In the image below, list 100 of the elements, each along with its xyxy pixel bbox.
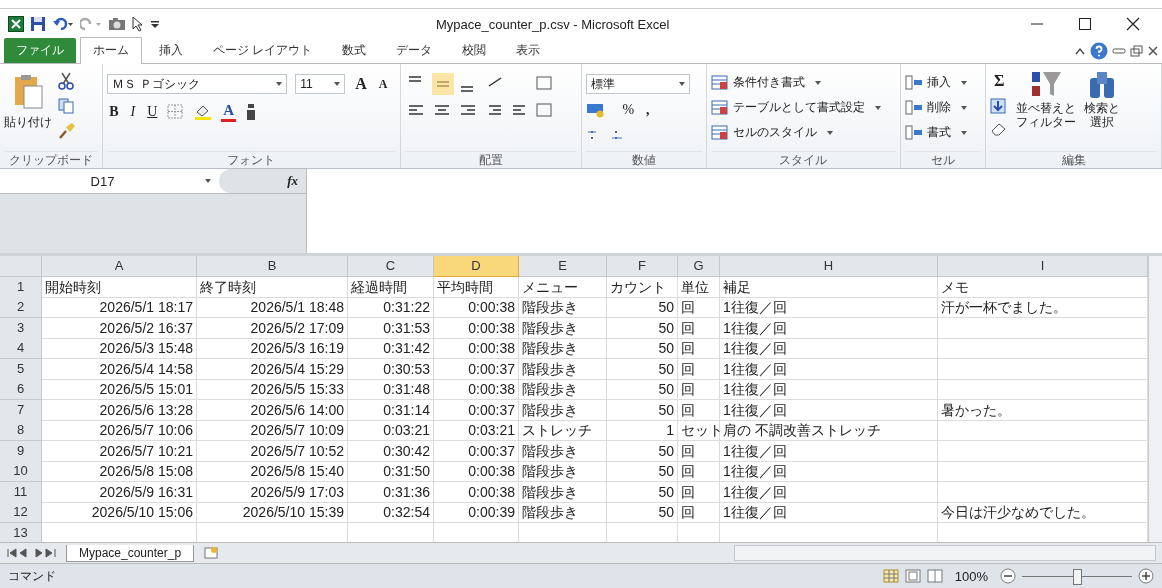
font-color-button[interactable]: A [221, 102, 237, 122]
vertical-scrollbar[interactable] [1148, 256, 1162, 542]
column-header[interactable]: B [197, 256, 348, 277]
row-header[interactable]: 4 [0, 338, 42, 359]
table-cell: 2026/5/7 10:52 [197, 440, 348, 462]
paste-button[interactable]: 貼り付け [4, 68, 52, 151]
brush-icon[interactable] [58, 122, 76, 140]
table-cell: 2026/5/2 17:09 [197, 317, 348, 339]
cells-icon [904, 74, 923, 91]
styles-menu-button[interactable]: テーブルとして書式設定 [711, 99, 896, 116]
file-tab[interactable]: ファイル [4, 38, 76, 63]
font-size-dropdown[interactable]: 11 [295, 74, 346, 94]
zoom-slider-thumb[interactable] [1073, 568, 1082, 585]
ribbon-tab[interactable]: 数式 [329, 37, 380, 63]
table-cell: 2026/5/7 10:09 [197, 420, 348, 441]
table-cell: 1往復／回 [720, 399, 938, 421]
table-cell: 0:30:53 [348, 358, 434, 380]
styles-menu-button[interactable]: セルのスタイル [711, 124, 896, 141]
grow-font-button[interactable]: A [353, 75, 369, 93]
ribbon-tab[interactable]: 表示 [503, 37, 554, 63]
row-header[interactable]: 6 [0, 379, 42, 400]
normal-view-icon[interactable] [882, 569, 899, 583]
row-header[interactable]: 3 [0, 317, 42, 339]
horizontal-scrollbar[interactable] [734, 545, 1156, 561]
number-format-dropdown[interactable]: 標準 [586, 74, 691, 94]
zoom-out-icon[interactable] [1000, 568, 1016, 584]
fill-down-icon[interactable] [990, 98, 1007, 114]
close-workbook-icon[interactable] [1148, 45, 1158, 57]
table-cell: 1 [607, 420, 678, 441]
sort-filter-button[interactable]: 並べ替えと フィルター [1016, 68, 1077, 151]
column-header[interactable]: C [348, 256, 434, 277]
italic-button[interactable]: I [128, 104, 138, 120]
table-cell: 2026/5/2 16:37 [42, 317, 197, 339]
column-header[interactable]: G [678, 256, 720, 277]
zoom-in-icon[interactable] [1138, 568, 1154, 584]
row-header[interactable]: 12 [0, 502, 42, 523]
undo-icon[interactable] [52, 16, 74, 32]
autosum-button[interactable]: Σ [990, 72, 1009, 90]
column-header[interactable]: I [938, 256, 1148, 277]
comma-button[interactable]: , [644, 102, 652, 118]
name-box[interactable]: D17 [0, 169, 219, 193]
table-cell: 回 [678, 502, 720, 523]
column-header[interactable]: E [519, 256, 607, 277]
maximize-icon[interactable] [1078, 17, 1092, 31]
page-break-icon[interactable] [926, 569, 943, 583]
sheet-navigation-icon[interactable] [6, 547, 58, 559]
row-header[interactable]: 11 [0, 481, 42, 503]
percent-button[interactable]: % [620, 102, 637, 118]
page-layout-icon[interactable] [904, 569, 921, 583]
column-header[interactable]: H [720, 256, 938, 277]
row-header[interactable]: 13 [0, 522, 42, 542]
group-label: 数値 [586, 151, 703, 168]
fill-color-icon[interactable] [193, 103, 214, 121]
table-cell: 50 [607, 358, 678, 380]
cells-menu-button[interactable]: 削除 [904, 99, 982, 116]
cells-menu-button[interactable]: 書式 [904, 124, 982, 141]
table-cell: カウント [607, 276, 678, 298]
shrink-font-button[interactable]: A [376, 76, 390, 92]
row-header[interactable]: 1 [0, 276, 42, 298]
borders-icon[interactable] [167, 104, 186, 120]
insert-function-button[interactable]: fx [287, 173, 298, 189]
font-name-dropdown[interactable]: ＭＳ Ｐゴシック [107, 74, 288, 94]
bold-button[interactable]: B [107, 104, 121, 120]
ribbon-tab[interactable]: 挿入 [146, 37, 196, 63]
cursor-icon[interactable] [132, 16, 144, 32]
ribbon-tab[interactable]: ページ レイアウト [200, 37, 326, 63]
status-mode: コマンド [8, 567, 56, 585]
camera-icon[interactable] [108, 16, 126, 32]
column-header[interactable]: F [607, 256, 678, 277]
collapse-ribbon-icon[interactable] [1074, 46, 1086, 56]
ribbon-tab[interactable]: データ [383, 37, 446, 63]
ribbon-tab[interactable]: 校閲 [449, 37, 500, 63]
help-icon[interactable] [1090, 42, 1108, 60]
table-cell: ストレッチ [519, 420, 607, 441]
underline-button[interactable]: U [145, 104, 160, 120]
row-header[interactable]: 9 [0, 440, 42, 462]
ribbon-tab[interactable]: ホーム [80, 37, 142, 64]
table-cell: 階段歩き [519, 440, 607, 462]
restore-workbook-icon[interactable] [1130, 45, 1144, 57]
minimize-workbook-icon[interactable] [1112, 46, 1126, 56]
row-header[interactable]: 7 [0, 399, 42, 421]
window-title: Mypace_counter_p.csv - Microsoft Excel [435, 16, 671, 32]
row-header[interactable]: 8 [0, 420, 42, 441]
sheet-tab[interactable]: Mypace_counter_p [66, 544, 195, 562]
find-select-button[interactable]: 検索と 選択 [1084, 68, 1121, 151]
table-cell: 回 [678, 338, 720, 359]
table-cell: 2026/5/6 14:00 [197, 399, 348, 421]
column-header[interactable]: A [42, 256, 197, 277]
copy-icon[interactable] [58, 98, 76, 114]
table-cell: 回 [678, 317, 720, 339]
row-header[interactable]: 10 [0, 461, 42, 482]
scissors-icon[interactable] [58, 72, 74, 90]
column-header[interactable]: D [434, 256, 519, 277]
row-header[interactable]: 5 [0, 358, 42, 380]
styles-menu-button[interactable]: 条件付き書式 [711, 74, 896, 91]
close-icon[interactable] [1126, 17, 1140, 31]
table-cell: 階段歩き [519, 399, 607, 421]
save-icon[interactable] [30, 16, 46, 32]
row-header[interactable]: 2 [0, 297, 42, 318]
cells-menu-button[interactable]: 挿入 [904, 74, 982, 91]
